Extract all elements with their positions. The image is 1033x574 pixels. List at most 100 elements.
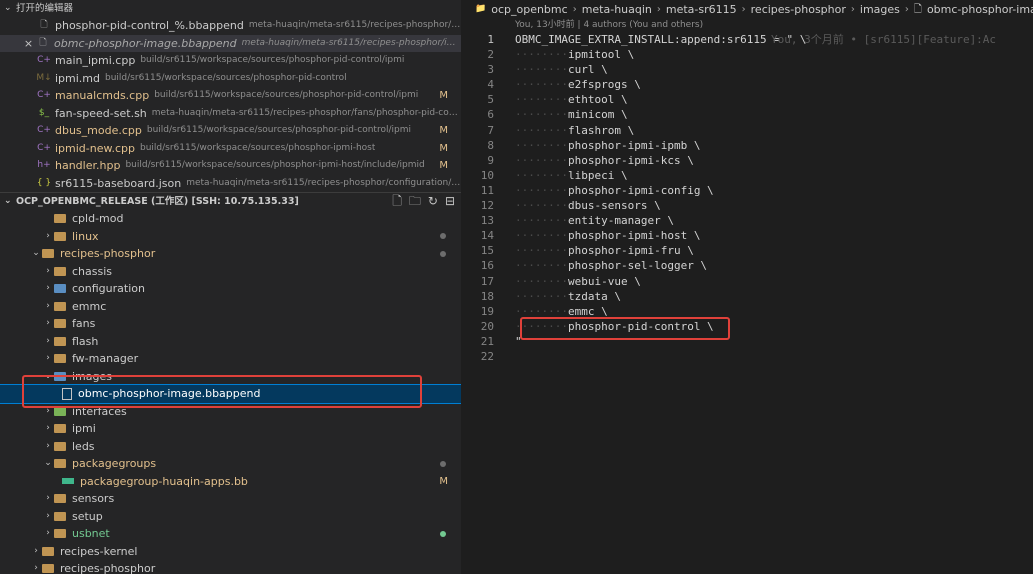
open-editors-header[interactable]: ⌄ 打开的编辑器 xyxy=(0,0,461,17)
code-line[interactable]: 13 ········entity-manager \ xyxy=(462,213,1033,228)
code-line[interactable]: 4 ········e2fsprogs \ xyxy=(462,77,1033,92)
tree-folder[interactable]: › emmc xyxy=(0,298,461,316)
folder-icon xyxy=(42,564,54,574)
code-line[interactable]: 6 ········minicom \ xyxy=(462,107,1033,122)
tree-label: emmc xyxy=(72,299,107,313)
open-editor-item[interactable]: h+ handler.hpp build/sr6115/workspace/sour… xyxy=(0,157,461,175)
tree-folder[interactable]: › sensors xyxy=(0,490,461,508)
whitespace-marker: ········ xyxy=(515,108,568,122)
open-editor-item[interactable]: C+ main_ipmi.cpp build/sr6115/workspace/so… xyxy=(0,52,461,70)
line-text: ········dbus-sensors \ xyxy=(515,198,661,213)
folder-icon xyxy=(54,511,66,521)
line-number: 3 xyxy=(487,63,494,77)
folder-icon xyxy=(54,301,66,311)
code-line[interactable]: 8 ········phosphor-ipmi-ipmb \ xyxy=(462,138,1033,153)
code-line[interactable]: 3 ········curl \ xyxy=(462,62,1033,77)
modified-badge: M xyxy=(439,160,448,171)
tree-folder[interactable]: › fw-manager xyxy=(0,350,461,368)
tree-folder[interactable]: › configuration xyxy=(0,280,461,298)
tree-folder[interactable]: cpld-mod xyxy=(0,210,461,228)
new-folder-icon[interactable]: 🗀 xyxy=(409,193,421,210)
line-content: phosphor-ipmi-kcs \ xyxy=(567,153,694,167)
refresh-icon[interactable]: ↻ xyxy=(428,193,438,210)
cpp-icon: C+ xyxy=(37,125,51,135)
tree-folder[interactable]: › flash xyxy=(0,333,461,351)
collapse-all-icon[interactable]: ⊟ xyxy=(445,193,455,210)
code-line[interactable]: 16 ········phosphor-sel-logger \ xyxy=(462,258,1033,273)
open-editor-name: ipmi.md xyxy=(55,71,101,85)
code-line[interactable]: 7 ········flashrom \ xyxy=(462,123,1033,138)
file-icon xyxy=(62,387,72,400)
close-icon[interactable]: × xyxy=(22,35,35,53)
code-line[interactable]: 17 ········webui-vue \ xyxy=(462,274,1033,289)
line-text: ········phosphor-sel-logger \ xyxy=(515,258,707,273)
code-line[interactable]: 12 ········dbus-sensors \ xyxy=(462,198,1033,213)
explorer-header[interactable]: ⌄ OCP_OPENBMC_RELEASE (工作区) [SSH: 10.75.… xyxy=(0,192,461,210)
breadcrumb-item[interactable]: ocp_openbmc xyxy=(491,0,567,19)
code-line[interactable]: 19 ········emmc \ xyxy=(462,304,1033,319)
code-line[interactable]: 18 ········tzdata \ xyxy=(462,289,1033,304)
modified-dot xyxy=(440,460,446,467)
folder-icon xyxy=(54,406,66,416)
tree-folder[interactable]: › linux xyxy=(0,228,461,246)
code-line[interactable]: 11 ········phosphor-ipmi-config \ xyxy=(462,183,1033,198)
code-line[interactable]: 22 xyxy=(462,349,1033,364)
open-editor-item[interactable]: M↓ ipmi.md build/sr6115/workspace/sources/… xyxy=(0,70,461,88)
tree-folder[interactable]: › setup xyxy=(0,508,461,526)
open-editor-item[interactable]: C+ dbus_mode.cpp build/sr6115/workspace/so… xyxy=(0,122,461,140)
code-line[interactable]: 5 ········ethtool \ xyxy=(462,92,1033,107)
code-line[interactable]: 21 " xyxy=(462,334,1033,349)
line-content: phosphor-ipmi-fru \ xyxy=(567,244,694,258)
chevron-right-icon: › xyxy=(46,335,50,346)
tree-folder[interactable]: › fans xyxy=(0,315,461,333)
code-line[interactable]: 14 ········phosphor-ipmi-host \ xyxy=(462,228,1033,243)
open-editor-name: ipmid-new.cpp xyxy=(55,141,135,155)
code-line[interactable]: 20 ········phosphor-pid-control \ xyxy=(462,319,1033,334)
tree-file[interactable]: obmc-phosphor-image.bbappend xyxy=(0,384,461,404)
folder-icon xyxy=(54,529,66,539)
tree-folder[interactable]: ⌄ recipes-phosphor xyxy=(0,245,461,263)
tree-file[interactable]: packagegroup-huaqin-apps.bb M xyxy=(0,473,461,491)
tree-folder[interactable]: › usbnet xyxy=(0,525,461,543)
tree-folder[interactable]: › chassis xyxy=(0,263,461,281)
code-line[interactable]: 9 ········phosphor-ipmi-kcs \ xyxy=(462,153,1033,168)
code-area[interactable]: 1 OBMC_IMAGE_EXTRA_INSTALL:append:sr6115 … xyxy=(462,32,1033,364)
tree-folder[interactable]: › ipmi xyxy=(0,420,461,438)
line-content: emmc \ xyxy=(567,304,608,318)
open-editor-item[interactable]: { } sr6115-baseboard.json meta-huaqin/meta… xyxy=(0,175,461,193)
whitespace-marker: ········ xyxy=(515,183,568,197)
tree-folder[interactable]: › recipes-phosphor xyxy=(0,560,461,574)
breadcrumb-item[interactable]: meta-sr6115 xyxy=(666,0,737,19)
open-editor-item[interactable]: 🗋 phosphor-pid-control_%.bbappend meta-hua… xyxy=(0,17,461,35)
line-content: entity-manager \ xyxy=(567,214,674,228)
open-editor-item[interactable]: × 🗋 obmc-phosphor-image.bbappend meta-huaqi… xyxy=(0,34,461,53)
open-editor-name: dbus_mode.cpp xyxy=(55,124,142,137)
code-line[interactable]: 10 ········libpeci \ xyxy=(462,168,1033,183)
whitespace-marker: ········ xyxy=(515,199,568,213)
breadcrumb-item[interactable]: images xyxy=(860,0,900,19)
tree-folder[interactable]: › interfaces xyxy=(0,403,461,421)
new-file-icon[interactable]: 🗋 xyxy=(392,193,402,210)
line-text: ········flashrom \ xyxy=(515,123,634,138)
whitespace-marker: ········ xyxy=(515,244,568,258)
breadcrumb: 📁 ocp_openbmc › meta-huaqin › meta-sr6115 › rec… xyxy=(462,0,1033,19)
breadcrumb-item[interactable]: obmc-phosphor-image.bbappend xyxy=(927,0,1033,19)
tree-folder[interactable]: › recipes-kernel xyxy=(0,543,461,561)
code-line[interactable]: 15 ········phosphor-ipmi-fru \ xyxy=(462,243,1033,258)
blame-header[interactable]: You, 13小时前 | 4 authors (You and others) xyxy=(462,19,1033,32)
open-editor-item[interactable]: C+ manualcmds.cpp build/sr6115/workspace/s… xyxy=(0,87,461,105)
breadcrumb-item[interactable]: recipes-phosphor xyxy=(751,0,846,19)
tree-folder[interactable]: ⌄ packagegroups xyxy=(0,455,461,473)
line-number: 4 xyxy=(487,78,494,92)
open-editor-item[interactable]: C+ ipmid-new.cpp build/sr6115/workspace/so… xyxy=(0,140,461,158)
line-text: ········ipmitool \ xyxy=(515,47,634,62)
open-editor-name: main_ipmi.cpp xyxy=(55,54,136,67)
tree-folder[interactable]: › leds xyxy=(0,438,461,456)
code-line[interactable]: 2 ········ipmitool \ xyxy=(462,47,1033,62)
tree-folder[interactable]: ⌄ images xyxy=(0,368,461,386)
tree-label: cpld-mod xyxy=(72,212,124,225)
open-editor-item[interactable]: $_ fan-speed-set.sh meta-huaqin/meta-sr611… xyxy=(0,105,461,123)
folder-icon xyxy=(54,459,66,469)
breadcrumb-item[interactable]: meta-huaqin xyxy=(582,0,652,19)
code-line[interactable]: 1 OBMC_IMAGE_EXTRA_INSTALL:append:sr6115 … xyxy=(462,32,1033,47)
